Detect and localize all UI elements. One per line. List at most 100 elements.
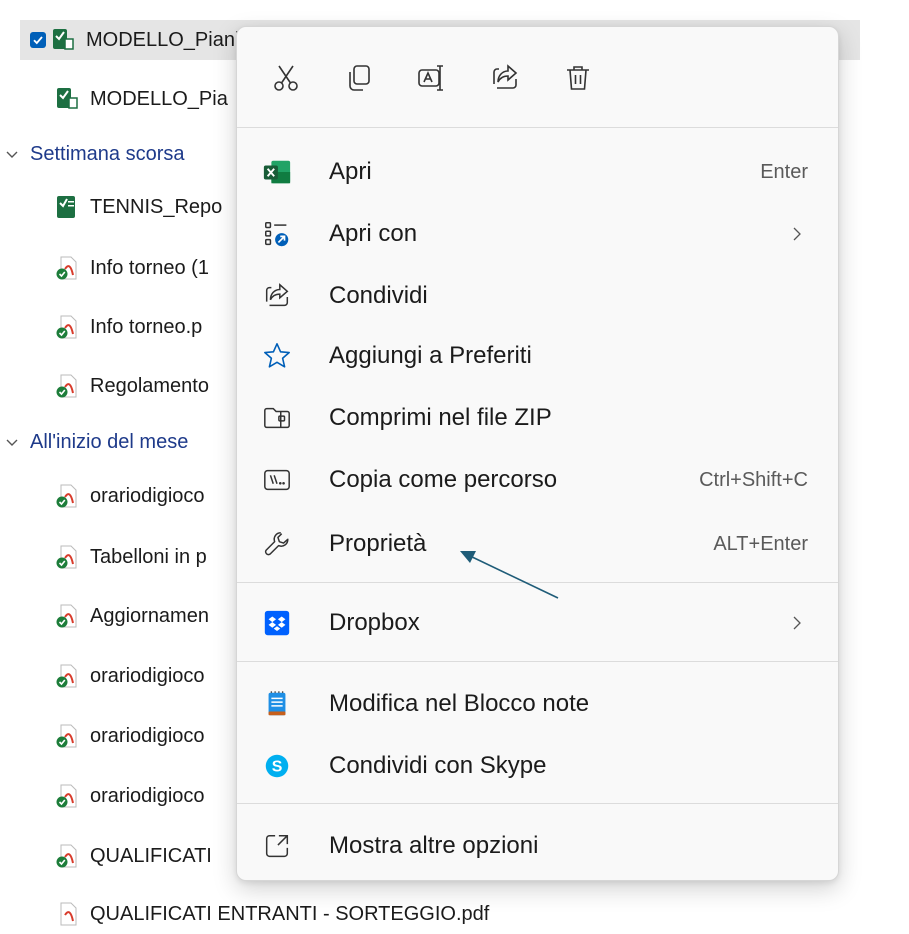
rename-icon [418, 65, 443, 91]
menu-label: Dropbox [329, 609, 420, 636]
menu-item-share[interactable]: Condividi [247, 267, 828, 325]
pdf-file-icon [56, 374, 77, 398]
file-row[interactable]: Regolamento [20, 366, 209, 406]
menu-separator [237, 582, 838, 583]
share-button[interactable] [476, 49, 534, 107]
group-label: All'inizio del mese [30, 430, 189, 453]
wrench-icon [261, 528, 293, 560]
file-name: MODELLO_Pia [90, 87, 228, 110]
context-menu: Apri Enter Apri con Condividi Aggiungi a… [236, 26, 839, 881]
svg-text:S: S [272, 759, 283, 776]
menu-label: Apri [329, 158, 372, 185]
excel-macro-file-icon [53, 29, 74, 50]
pdf-file-icon [56, 545, 77, 569]
pdf-file-icon [56, 664, 77, 688]
file-row[interactable]: TENNIS_Repo [20, 187, 222, 227]
pdf-file-icon [56, 724, 77, 748]
file-name: Info torneo.p [90, 315, 203, 338]
menu-label: Condividi [329, 282, 428, 309]
menu-label: Aggiungi a Preferiti [329, 342, 532, 369]
file-name: Tabelloni in p [90, 545, 207, 568]
menu-label: Copia come percorso [329, 466, 558, 493]
file-name: Info torneo (1 [90, 256, 209, 279]
cut-button[interactable] [257, 49, 315, 107]
menu-label: Apri con [329, 220, 418, 247]
file-name: orariodigioco [90, 784, 205, 807]
copy-button[interactable] [330, 49, 388, 107]
share-icon [493, 64, 518, 89]
menu-label: Condividi con Skype [329, 752, 547, 779]
file-row[interactable]: QUALIFICATI [20, 836, 212, 876]
menu-separator [237, 127, 838, 128]
file-row[interactable]: orariodigioco [20, 776, 205, 816]
delete-button[interactable] [549, 49, 607, 107]
menu-item-compress-zip[interactable]: Comprimi nel file ZIP [247, 389, 828, 447]
menu-separator [237, 661, 838, 662]
group-header-last-week[interactable]: Settimana scorsa [4, 139, 185, 169]
star-icon [261, 340, 293, 372]
file-name: orariodigioco [90, 664, 205, 687]
menu-item-edit-notepad[interactable]: Modifica nel Blocco note [247, 675, 828, 733]
checkbox-checked-icon[interactable] [30, 32, 46, 48]
menu-item-properties[interactable]: Proprietà ALT+Enter [247, 515, 828, 573]
menu-label: Modifica nel Blocco note [329, 690, 590, 717]
copy-icon [349, 65, 370, 91]
notepad-icon [261, 688, 293, 720]
shortcut-label: ALT+Enter [713, 532, 808, 555]
path-icon [261, 464, 293, 496]
pdf-file-icon [56, 604, 77, 628]
menu-item-open-with[interactable]: Apri con [247, 205, 828, 263]
file-name: QUALIFICATI ENTRANTI - SORTEGGIO.pdf [90, 902, 490, 925]
pdf-file-icon [56, 484, 77, 508]
group-header-month-start[interactable]: All'inizio del mese [4, 427, 188, 457]
menu-item-share-skype[interactable]: S Condividi con Skype [247, 737, 828, 795]
file-row[interactable]: orariodigioco [20, 656, 205, 696]
chevron-down-icon [6, 439, 18, 446]
menu-item-dropbox[interactable]: Dropbox [247, 594, 828, 652]
menu-separator [237, 803, 838, 804]
rename-button[interactable] [403, 49, 461, 107]
group-label: Settimana scorsa [30, 142, 185, 165]
file-row[interactable]: Info torneo (1 [20, 248, 209, 288]
pdf-file-icon [56, 315, 77, 339]
file-name: TENNIS_Repo [90, 195, 223, 218]
menu-label: Proprietà [329, 530, 427, 557]
pdf-file-icon [56, 256, 77, 280]
chevron-right-icon [793, 227, 801, 241]
menu-item-copy-as-path[interactable]: Copia come percorso Ctrl+Shift+C [247, 451, 828, 509]
menu-label: Comprimi nel file ZIP [329, 404, 552, 431]
quick-actions-bar [257, 49, 622, 109]
excel-macro-file-icon [57, 88, 78, 109]
open-with-icon [261, 218, 293, 250]
menu-item-show-more-options[interactable]: Mostra altre opzioni [247, 817, 828, 875]
more-options-icon [261, 830, 293, 862]
dropbox-icon [261, 607, 293, 639]
menu-item-add-favorites[interactable]: Aggiungi a Preferiti [247, 327, 828, 385]
delete-icon [567, 66, 589, 90]
file-row[interactable]: orariodigioco [20, 476, 205, 516]
pdf-file-icon [56, 844, 77, 868]
excel-file-icon [57, 196, 75, 218]
skype-icon: S [261, 750, 293, 782]
chevron-down-icon [6, 151, 18, 158]
file-row[interactable]: Info torneo.p [20, 307, 202, 347]
file-row[interactable]: Aggiornamen [20, 596, 209, 636]
cut-icon [274, 65, 298, 91]
file-name: Aggiornamen [90, 604, 209, 627]
file-row[interactable]: MODELLO_Pia [20, 79, 228, 119]
shortcut-label: Ctrl+Shift+C [699, 468, 808, 491]
file-row[interactable]: Tabelloni in p [20, 537, 207, 577]
menu-label: Mostra altre opzioni [329, 832, 539, 859]
chevron-right-icon [793, 616, 801, 630]
zip-folder-icon [261, 402, 293, 434]
pdf-file-icon [60, 902, 77, 926]
file-row[interactable]: QUALIFICATI ENTRANTI - SORTEGGIO.pdf [20, 894, 489, 934]
pdf-file-icon [56, 784, 77, 808]
file-name: orariodigioco [90, 484, 205, 507]
excel-icon [261, 156, 293, 188]
file-name: orariodigioco [90, 724, 205, 747]
file-name: QUALIFICATI [90, 844, 212, 867]
file-name: Regolamento [90, 374, 209, 397]
file-row[interactable]: orariodigioco [20, 716, 205, 756]
menu-item-open[interactable]: Apri Enter [247, 143, 828, 201]
